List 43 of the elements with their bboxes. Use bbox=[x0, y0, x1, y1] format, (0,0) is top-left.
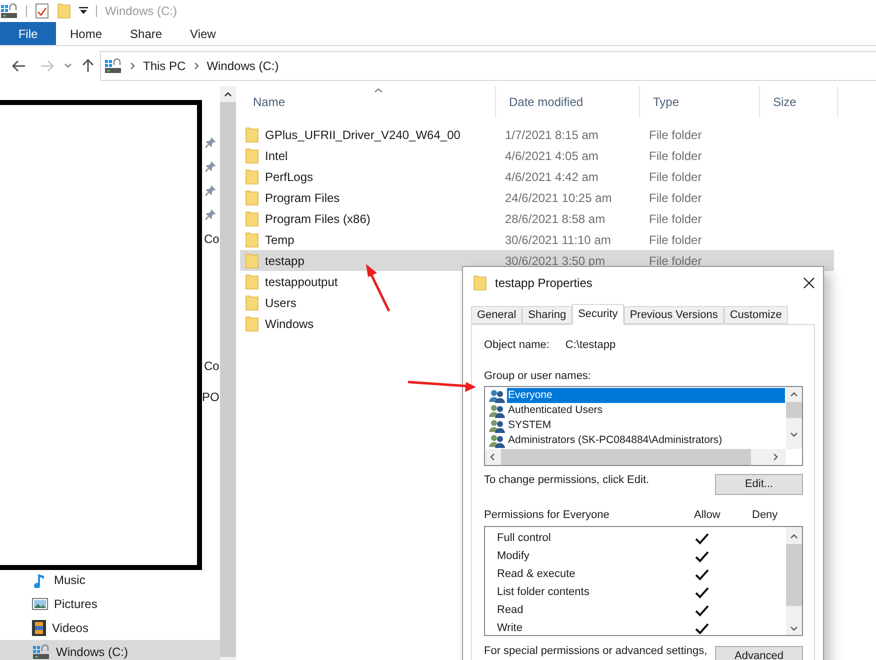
file-name: PerfLogs bbox=[265, 168, 314, 186]
file-name: Program Files bbox=[265, 190, 340, 206]
date-cell-text: 24/6/2021 10:25 am bbox=[504, 190, 613, 206]
permission-name: Full control bbox=[497, 531, 552, 546]
type-cell-text: File folder bbox=[648, 126, 702, 144]
nav-item-text: Co bbox=[204, 231, 220, 248]
file-name: GPlus_UFRII_Driver_V240_W64_00 bbox=[265, 126, 460, 144]
permission-name: Modify bbox=[497, 549, 530, 564]
nav-item-text: PO bbox=[202, 389, 220, 406]
permissions-label: Permissions for Everyone bbox=[484, 508, 610, 523]
type-cell-text: File folder bbox=[648, 232, 702, 248]
advanced-hint: For special permissions or advanced settings, bbox=[484, 644, 708, 658]
type-cell-text: File folder bbox=[648, 148, 702, 164]
permission-name: Read & execute bbox=[497, 567, 576, 582]
type-cell-text: File folder bbox=[648, 190, 702, 206]
object-name-label: Object name: bbox=[484, 338, 550, 353]
type-cell-text: File folder bbox=[648, 168, 702, 186]
edit-hint: To change permissions, click Edit. bbox=[484, 473, 650, 488]
group-label: Group or user names: bbox=[484, 368, 592, 384]
file-name: Intel bbox=[265, 148, 288, 164]
file-name: Program Files (x86) bbox=[265, 210, 370, 228]
deny-header: Deny bbox=[752, 508, 778, 523]
file-name: Windows bbox=[265, 316, 314, 332]
dialog-title: testapp Properties bbox=[495, 275, 592, 292]
object-name-value: C:\testapp bbox=[565, 338, 616, 353]
date-cell-text: 28/6/2021 8:58 am bbox=[504, 210, 606, 228]
allow-header: Allow bbox=[694, 508, 722, 523]
date-cell-text: 1/7/2021 8:15 am bbox=[504, 126, 600, 144]
type-cell-text: File folder bbox=[648, 252, 702, 270]
window-title: Windows (C:) bbox=[105, 3, 178, 20]
date-cell-text: 30/6/2021 11:10 am bbox=[504, 232, 612, 248]
nav-item-text: Co bbox=[204, 358, 220, 375]
date-cell-text: 30/6/2021 3:50 pm bbox=[504, 252, 606, 270]
file-name: Temp bbox=[265, 232, 294, 248]
date-cell-text: 4/6/2021 4:05 am bbox=[504, 148, 600, 164]
file-name: testappoutput bbox=[265, 274, 338, 290]
permission-name: Write bbox=[497, 621, 524, 634]
permission-name: List folder contents bbox=[497, 585, 590, 600]
file-name: testapp bbox=[265, 252, 304, 270]
permission-name: Read bbox=[497, 603, 524, 618]
date-cell-text: 4/6/2021 4:42 am bbox=[504, 168, 600, 186]
type-cell-text: File folder bbox=[648, 210, 702, 228]
file-name: Users bbox=[265, 294, 296, 312]
